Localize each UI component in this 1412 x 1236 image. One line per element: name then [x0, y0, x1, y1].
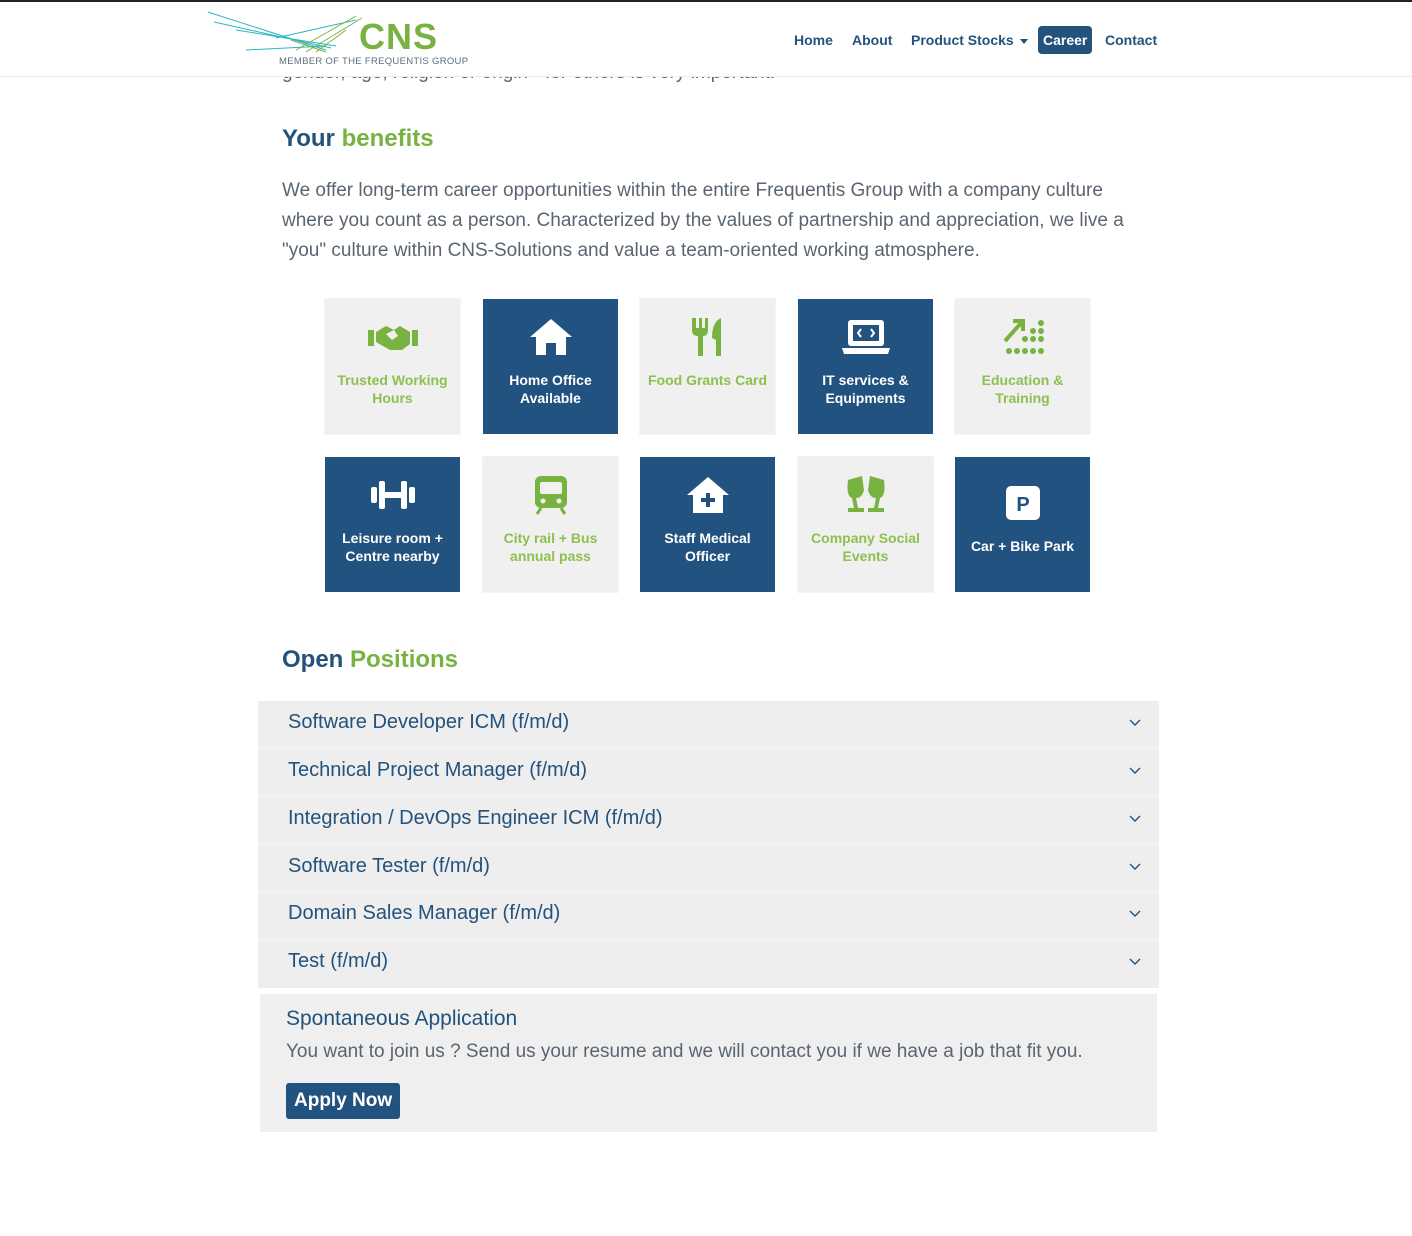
benefits-title-a: Your [282, 125, 335, 152]
position-title: Domain Sales Manager (f/m/d) [288, 902, 561, 924]
benefit-label: Leisure room + Centre nearby [342, 530, 443, 564]
benefit-tile-leisure: Leisure room + Centre nearby [325, 457, 460, 592]
svg-text:P: P [1016, 494, 1029, 516]
chevron-down-icon [1129, 719, 1141, 726]
navbar: CNS MEMBER OF THE FREQUENTIS GROUP Home … [0, 2, 1412, 77]
clinic-icon [683, 473, 733, 517]
position-row[interactable]: Software Tester (f/m/d) [258, 845, 1159, 893]
position-title: Technical Project Manager (f/m/d) [288, 759, 588, 781]
benefit-label: Food Grants Card [648, 372, 768, 388]
caret-down-icon [1019, 38, 1028, 44]
position-title: Software Tester (f/m/d) [288, 855, 490, 877]
benefit-tile-social-events: Company Social Events [798, 457, 933, 592]
benefits-title: Your benefits [282, 125, 434, 153]
apply-now-button[interactable]: Apply Now [286, 1083, 401, 1119]
benefit-label: Trusted Working Hours [337, 372, 448, 406]
nav-career[interactable]: Career [1038, 26, 1093, 54]
benefit-label: Company Social Events [811, 530, 920, 564]
benefit-tile-trusted-hours: Trusted Working Hours [325, 299, 460, 434]
laptop-code-icon [841, 315, 891, 359]
benefit-tile-medical: Staff Medical Officer [640, 457, 775, 592]
spontaneous-title: Spontaneous Application [286, 1007, 518, 1030]
benefit-tile-it-services: IT services & Equipments [798, 299, 933, 434]
logo-text: CNS [359, 16, 439, 57]
growth-chart-icon [998, 315, 1048, 359]
chevron-down-icon [1129, 958, 1141, 965]
glass-cheers-icon [841, 473, 891, 517]
chevron-down-icon [1129, 815, 1141, 822]
utensils-icon [683, 315, 733, 359]
dumbbell-icon [368, 473, 418, 517]
benefit-tile-home-office: Home Office Available [483, 299, 618, 434]
benefit-tile-education: Education & Training [955, 299, 1090, 434]
benefit-label: City rail + Bus annual pass [503, 530, 598, 564]
position-row[interactable]: Domain Sales Manager (f/m/d) [258, 892, 1159, 940]
spontaneous-application-card: Spontaneous Application You want to join… [260, 994, 1157, 1132]
nav-about[interactable]: About [852, 26, 892, 54]
position-row[interactable]: Integration / DevOps Engineer ICM (f/m/d… [258, 797, 1159, 845]
benefit-label: Staff Medical Officer [664, 530, 751, 564]
positions-accordion: Software Developer ICM (f/m/d) Technical… [258, 701, 1159, 988]
benefit-label: Car + Bike Park [970, 538, 1075, 554]
benefit-label: IT services & Equipments [822, 372, 909, 406]
nav-home[interactable]: Home [794, 26, 833, 54]
positions-title-a: Open [282, 646, 344, 673]
handshake-icon [367, 315, 418, 359]
chevron-down-icon [1129, 910, 1141, 917]
benefit-tile-food-grants: Food Grants Card [640, 299, 775, 434]
position-row[interactable]: Software Developer ICM (f/m/d) [258, 701, 1159, 749]
position-row[interactable]: Test (f/m/d) [258, 940, 1159, 988]
parking-icon: P [998, 481, 1048, 525]
benefit-tile-parking: P Car + Bike Park [955, 457, 1090, 592]
benefit-label: Home Office Available [509, 372, 592, 406]
positions-title: Open Positions [282, 646, 458, 674]
position-title: Software Developer ICM (f/m/d) [288, 711, 570, 733]
home-icon [526, 315, 576, 359]
position-title: Test (f/m/d) [288, 950, 389, 972]
chevron-down-icon [1129, 767, 1141, 774]
benefits-title-b: benefits [341, 125, 434, 152]
chevron-down-icon [1129, 863, 1141, 870]
benefits-intro: We offer long-term career opportunities … [282, 180, 1124, 261]
logo-subtitle: MEMBER OF THE FREQUENTIS GROUP [279, 56, 469, 67]
benefit-tile-city-rail: City rail + Bus annual pass [483, 457, 618, 592]
positions-title-b: Positions [350, 646, 459, 673]
position-title: Integration / DevOps Engineer ICM (f/m/d… [288, 807, 663, 829]
train-icon [526, 473, 576, 517]
nav-product-stocks-label: Product Stocks [911, 32, 1014, 48]
nav-contact[interactable]: Contact [1105, 26, 1157, 54]
nav-product-stocks[interactable]: Product Stocks [911, 26, 1028, 54]
position-row[interactable]: Technical Project Manager (f/m/d) [258, 749, 1159, 797]
spontaneous-text: You want to join us ? Send us your resum… [286, 1041, 1083, 1062]
benefit-label: Education & Training [981, 372, 1064, 406]
